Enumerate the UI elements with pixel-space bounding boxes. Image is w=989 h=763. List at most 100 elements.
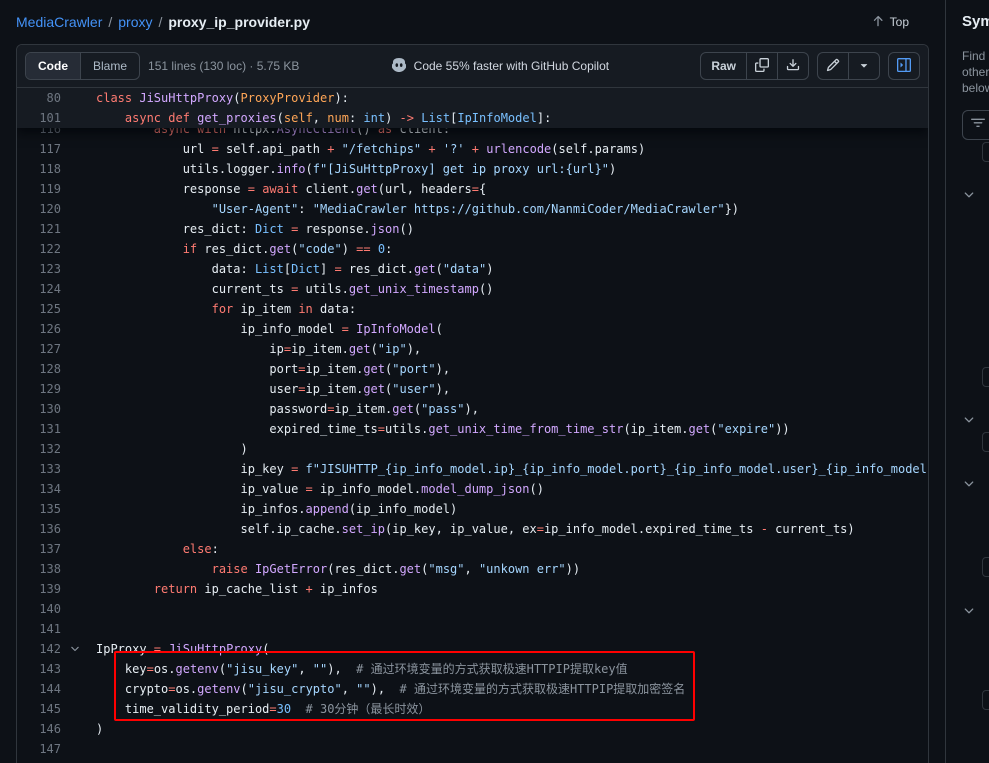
symbol-item[interactable] (982, 367, 989, 387)
line-number[interactable]: 124 (17, 279, 61, 299)
code-text: url = self.api_path + "/fetchips" + '?' … (96, 139, 645, 159)
copilot-banner[interactable]: Code 55% faster with GitHub Copilot (391, 57, 609, 76)
symbol-item[interactable] (982, 142, 989, 162)
code-text: for ip_item in data: (96, 299, 356, 319)
sticky-lines: 80class JiSuHttpProxy(ProxyProvider):101… (17, 88, 928, 128)
line-number[interactable]: 121 (17, 219, 61, 239)
line-number[interactable]: 126 (17, 319, 61, 339)
section-chevron-down-icon[interactable] (962, 601, 982, 621)
code-text: current_ts = utils.get_unix_timestamp() (96, 279, 493, 299)
fold-gutter (61, 259, 96, 279)
symbols-panel-toggle-button[interactable] (888, 52, 920, 80)
section-chevron-down-icon[interactable] (962, 185, 982, 205)
tab-blame[interactable]: Blame (81, 53, 139, 79)
line-number[interactable]: 119 (17, 179, 61, 199)
github-code-view: MediaCrawler / proxy / proxy_ip_provider… (0, 0, 989, 763)
raw-actions-group: Raw (700, 52, 809, 80)
line-number[interactable]: 127 (17, 339, 61, 359)
line-number[interactable]: 135 (17, 499, 61, 519)
section-chevron-down-icon[interactable] (962, 474, 982, 494)
line-number[interactable]: 130 (17, 399, 61, 419)
code-text: password=ip_item.get("pass"), (96, 399, 479, 419)
edit-dropdown-button[interactable] (848, 53, 879, 79)
code-line-123: 123 data: List[Dict] = res_dict.get("dat… (17, 259, 928, 279)
line-number[interactable]: 145 (17, 699, 61, 719)
line-number[interactable]: 147 (17, 739, 61, 759)
fold-gutter (61, 339, 96, 359)
line-number[interactable]: 117 (17, 139, 61, 159)
raw-button[interactable]: Raw (701, 53, 746, 79)
line-number[interactable]: 129 (17, 379, 61, 399)
code-line-130: 130 password=ip_item.get("pass"), (17, 399, 928, 419)
symbol-item[interactable] (982, 557, 989, 577)
code-lines: 116 async with httpx.AsyncClient() as cl… (17, 88, 928, 759)
breadcrumb-folder-link[interactable]: proxy (118, 14, 152, 30)
line-number[interactable]: 123 (17, 259, 61, 279)
line-number[interactable]: 120 (17, 199, 61, 219)
section-chevron-down-icon[interactable] (962, 410, 982, 430)
line-number[interactable]: 144 (17, 679, 61, 699)
line-number[interactable]: 132 (17, 439, 61, 459)
line-number[interactable]: 143 (17, 659, 61, 679)
line-number[interactable]: 122 (17, 239, 61, 259)
code-line-135: 135 ip_infos.append(ip_info_model) (17, 499, 928, 519)
line-number[interactable]: 80 (17, 88, 61, 108)
line-number[interactable]: 139 (17, 579, 61, 599)
code-line-132: 132 ) (17, 439, 928, 459)
code-text: async def get_proxies(self, num: int) ->… (96, 108, 551, 128)
fold-gutter (61, 219, 96, 239)
fold-chevron-icon[interactable] (61, 639, 96, 659)
line-number[interactable]: 128 (17, 359, 61, 379)
download-button[interactable] (777, 53, 808, 79)
code-text: user=ip_item.get("user"), (96, 379, 450, 399)
line-number[interactable]: 131 (17, 419, 61, 439)
copilot-icon (391, 57, 407, 76)
file-toolbar: Code Blame 151 lines (130 loc) · 5.75 KB… (17, 45, 928, 88)
code-text: ip=ip_item.get("ip"), (96, 339, 421, 359)
code-line-126: 126 ip_info_model = IpInfoModel( (17, 319, 928, 339)
symbols-description-line: Find definitions and references for func… (962, 48, 989, 64)
line-number[interactable]: 146 (17, 719, 61, 739)
line-number[interactable]: 138 (17, 559, 61, 579)
line-number[interactable]: 134 (17, 479, 61, 499)
breadcrumb-repo-link[interactable]: MediaCrawler (16, 14, 102, 30)
symbols-filter-input[interactable] (962, 110, 989, 140)
line-number[interactable]: 133 (17, 459, 61, 479)
code-line-134: 134 ip_value = ip_info_model.model_dump_… (17, 479, 928, 499)
fold-gutter (61, 399, 96, 419)
scroll-to-top-label: Top (890, 15, 909, 29)
fold-gutter (61, 139, 96, 159)
symbol-item[interactable] (982, 690, 989, 710)
line-number[interactable]: 141 (17, 619, 61, 639)
line-number[interactable]: 140 (17, 599, 61, 619)
line-number[interactable]: 101 (17, 108, 61, 128)
edit-button[interactable] (818, 53, 848, 79)
line-number[interactable]: 142 (17, 639, 61, 659)
line-number[interactable]: 136 (17, 519, 61, 539)
code-text: else: (96, 539, 219, 559)
symbols-panel: Symbols Find definitions and references … (945, 0, 989, 763)
scroll-to-top-button[interactable]: Top (871, 14, 909, 31)
fold-gutter (61, 719, 96, 739)
fold-gutter (61, 739, 96, 759)
triangle-down-icon (857, 58, 871, 75)
fold-gutter (61, 199, 96, 219)
code-line-101: 101 async def get_proxies(self, num: int… (17, 108, 928, 128)
copy-button[interactable] (746, 53, 777, 79)
file-view-main: MediaCrawler / proxy / proxy_ip_provider… (0, 0, 945, 763)
fold-gutter (61, 279, 96, 299)
code-line-118: 118 utils.logger.info(f"[JiSuHttpProxy] … (17, 159, 928, 179)
code-text: self.ip_cache.set_ip(ip_key, ip_value, e… (96, 519, 855, 539)
tab-code[interactable]: Code (26, 53, 81, 79)
code-text: key=os.getenv("jisu_key", ""), # 通过环境变量的… (96, 659, 628, 679)
code-line-142: 142IpProxy = JiSuHttpProxy( (17, 639, 928, 659)
code-line-145: 145 time_validity_period=30 # 30分钟（最长时效） (17, 699, 928, 719)
line-number[interactable]: 118 (17, 159, 61, 179)
code-text: ip_info_model = IpInfoModel( (96, 319, 443, 339)
line-number[interactable]: 125 (17, 299, 61, 319)
symbol-item[interactable] (982, 432, 989, 452)
fold-gutter (61, 499, 96, 519)
code-text: raise IpGetError(res_dict.get("msg", "un… (96, 559, 580, 579)
fold-gutter (61, 108, 96, 128)
line-number[interactable]: 137 (17, 539, 61, 559)
